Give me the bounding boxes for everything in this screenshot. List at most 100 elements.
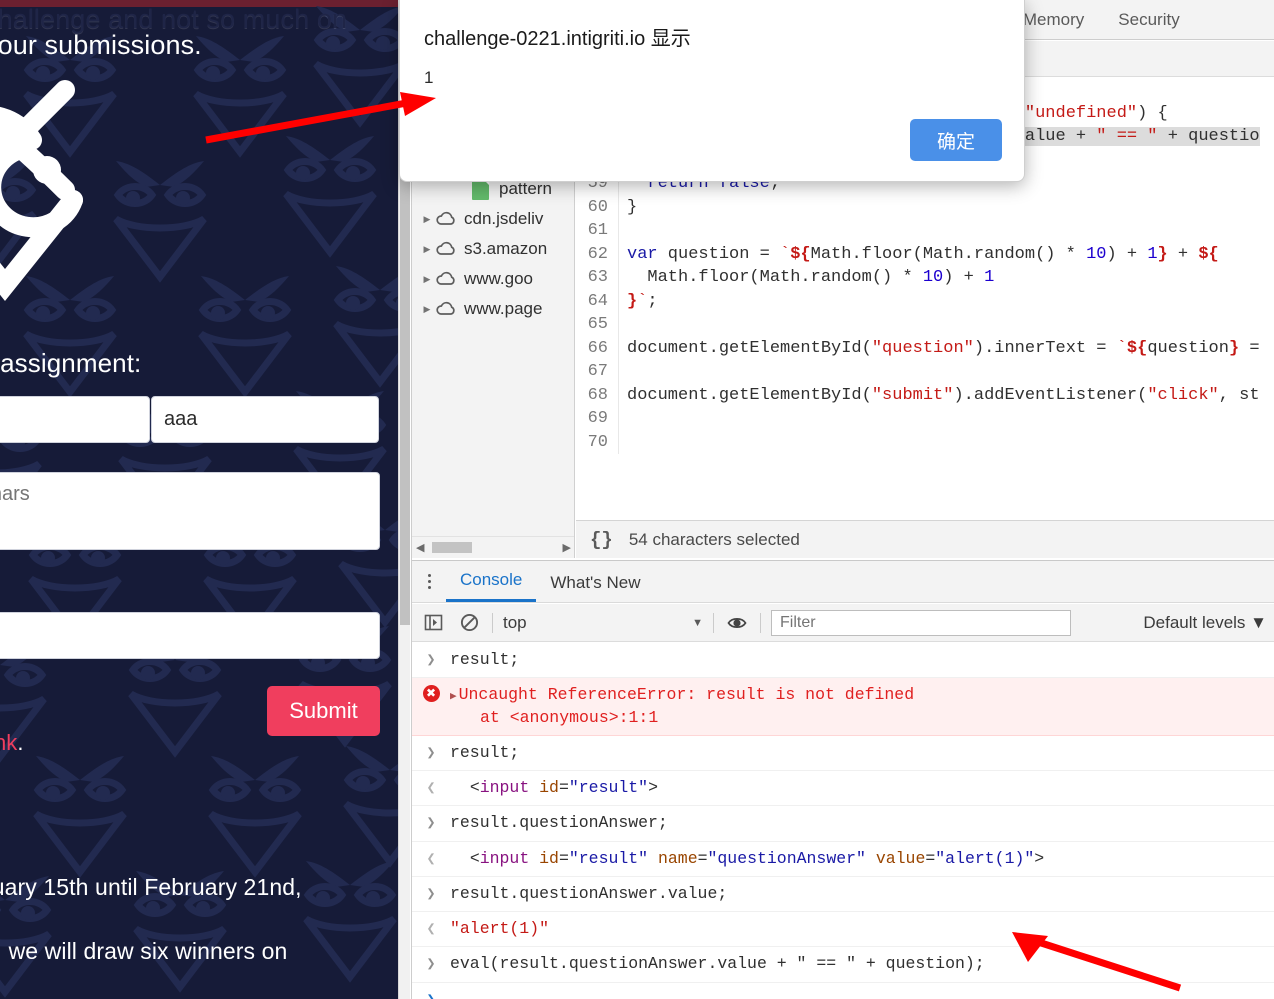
code-line: 67 (576, 360, 1274, 384)
console-text: result.questionAnswer.value; (450, 883, 728, 903)
answer-input[interactable] (151, 396, 379, 443)
web-page-viewport: challenge and not so much on your submis… (0, 0, 398, 999)
domain-label: s3.amazon (464, 239, 548, 258)
line-content (619, 407, 627, 431)
console-text: result; (450, 742, 520, 762)
line-content (619, 431, 627, 455)
chevron-right-icon: ▶ (423, 304, 431, 314)
cloud-icon (434, 241, 460, 257)
line-number: 64 (576, 289, 619, 313)
log-levels-dropdown[interactable]: Default levels ▼ (1143, 613, 1267, 633)
input-chevron-icon: ❯ (426, 815, 436, 833)
tab-console[interactable]: Console (446, 570, 537, 602)
prompt-chevron-icon: ❯ (412, 989, 450, 999)
code-line: 62 var question = `${Math.floor(Math.ran… (576, 242, 1274, 266)
error-stack: at <anonymous>:1:1 (480, 707, 659, 727)
submit-button[interactable]: Submit (267, 686, 380, 736)
code-line: 60 } (576, 195, 1274, 219)
code-line: 65 (576, 313, 1274, 337)
tab-whats-new[interactable]: What's New (536, 573, 654, 602)
console-prompt-row[interactable]: ❯ (412, 983, 1274, 999)
console-error-row: ✖ ▶ Uncaught ReferenceError: result is no… (412, 678, 1274, 736)
code-line: 68 document.getElementById("submit").add… (576, 383, 1274, 407)
input-chevron-icon: ❯ (426, 885, 436, 903)
tab-security[interactable]: Security (1118, 10, 1179, 30)
domain-item-s3-amazonaws[interactable]: ▶ s3.amazon (412, 234, 574, 264)
scroll-right-icon[interactable]: ▶ (559, 541, 574, 554)
log-levels-label: Default levels (1143, 612, 1246, 632)
expand-triangle-icon[interactable]: ▶ (450, 691, 457, 703)
description-textarea[interactable] (0, 472, 380, 550)
assignment-label: r assignment: (0, 348, 142, 378)
console-text: result; (450, 650, 520, 669)
name-input[interactable] (0, 396, 150, 443)
clear-console-icon[interactable] (456, 610, 482, 636)
console-text: "alert(1)" (450, 919, 550, 939)
console-sidebar-toggle-icon[interactable] (420, 610, 446, 636)
execution-context-label: top (503, 612, 527, 632)
editor-status-bar: {} 54 characters selected (576, 520, 1274, 558)
chevron-down-icon: ▼ (692, 616, 703, 629)
domain-label: cdn.jsdeliv (464, 209, 544, 228)
tab-memory[interactable]: Memory (1023, 10, 1084, 30)
line-number: 70 (576, 430, 619, 454)
line-content: Math.floor(Math.random() * 10) + 1 (627, 268, 995, 287)
file-label: pattern (499, 179, 552, 198)
code-line: 66 document.getElementById("question").i… (576, 336, 1274, 360)
dialog-message: 1 (424, 68, 434, 87)
scroll-left-icon[interactable]: ◀ (412, 541, 428, 554)
console-text[interactable]: <input id="result" name="questionAnswer"… (450, 848, 1044, 870)
line-number: 66 (576, 336, 619, 360)
domain-label: www.goo (464, 269, 533, 288)
page-scrollbar-thumb[interactable] (400, 175, 410, 625)
line-number: 63 (576, 266, 619, 290)
execution-context-select[interactable]: top ▼ (503, 613, 703, 633)
input-chevron-icon: ❯ (426, 956, 436, 974)
console-input-row: ❯ eval(result.questionAnswer.value + " =… (412, 947, 1274, 983)
console-input-row: ❯ result; (412, 736, 1274, 772)
more-options-icon[interactable] (412, 560, 446, 602)
live-expression-eye-icon[interactable] (724, 610, 750, 636)
line-content (619, 360, 627, 384)
domain-item-www-pages[interactable]: ▶ www.page (412, 294, 574, 324)
line-number: 62 (576, 242, 619, 266)
line-content (619, 219, 627, 243)
console-output-row: ❮ <input id="result" name="questionAnswe… (412, 842, 1274, 877)
intigriti-logo (0, 80, 83, 302)
extra-input[interactable] (0, 612, 380, 659)
console-log-list[interactable]: ❯ result; ✖ ▶ Uncaught ReferenceError: re… (412, 643, 1274, 999)
code-line: 64 }`; (576, 289, 1274, 313)
console-text[interactable]: <input id="result"> (450, 777, 658, 799)
chevron-right-icon: ▶ (423, 274, 431, 284)
code-line: 69 (576, 407, 1274, 431)
screenshot-root: challenge and not so much on your submis… (0, 0, 1274, 999)
inline-link-period: . (17, 730, 24, 755)
dialog-ok-button[interactable]: 确定 (910, 119, 1002, 161)
domain-item-www-google[interactable]: ▶ www.goo (412, 264, 574, 294)
line-number: 69 (576, 407, 619, 431)
console-toolbar: top ▼ Default levels ▼ (412, 604, 1274, 642)
inline-link[interactable]: link. (0, 730, 24, 756)
navigator-horizontal-scrollbar[interactable]: ◀ ▶ (412, 536, 574, 558)
page-heading-sub: your submissions. (0, 30, 202, 60)
line-number: 68 (576, 383, 619, 407)
domain-item-cdn-jsdelivr[interactable]: ▶ cdn.jsdeliv (412, 204, 574, 234)
console-input-row: ❯ result.questionAnswer; (412, 806, 1274, 842)
dialog-title: challenge-0221.intigriti.io 显示 (424, 28, 691, 50)
toolbar-divider (713, 612, 714, 633)
input-chevron-icon: ❯ (426, 744, 436, 762)
error-icon: ✖ (422, 685, 440, 703)
console-filter-input[interactable] (771, 609, 1071, 636)
line-number: 65 (576, 313, 619, 337)
pretty-print-icon[interactable]: {} (590, 529, 613, 551)
code-line: 70 (576, 430, 1274, 455)
console-output-row: ❮ "alert(1)" (412, 912, 1274, 948)
navigator-scrollbar-thumb[interactable] (432, 542, 473, 553)
line-content: var question = `${Math.floor(Math.random… (627, 244, 1219, 264)
toolbar-divider (492, 612, 493, 633)
line-content: document.getElementById("question").inne… (627, 338, 1260, 358)
output-chevron-icon: ❮ (426, 780, 436, 798)
line-content: }`; (627, 291, 658, 311)
code-line: 61 (576, 219, 1274, 243)
inline-link-label: link (0, 730, 18, 755)
